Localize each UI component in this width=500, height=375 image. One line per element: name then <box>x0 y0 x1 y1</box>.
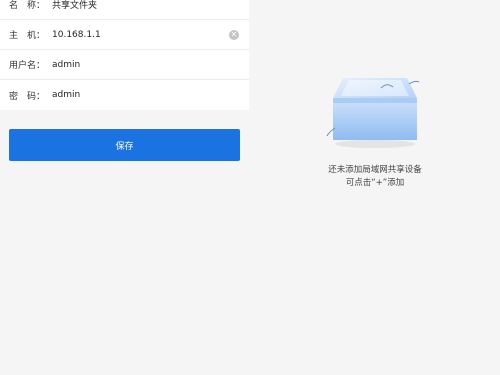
host-field[interactable]: 主 机： 10.168.1.1 ✕ <box>0 20 249 50</box>
name-label: 名 称： <box>9 1 46 11</box>
clear-icon[interactable]: ✕ <box>229 29 239 40</box>
empty-message: 还未添加局域网共享设备 可点击“+”添加 <box>300 164 450 190</box>
empty-message-line-1: 还未添加局域网共享设备 <box>328 165 422 175</box>
host-label: 主 机： <box>9 31 46 41</box>
host-value[interactable]: 10.168.1.1 <box>52 30 101 40</box>
name-value[interactable]: 共享文件夹 <box>52 0 97 11</box>
username-label: 用户名： <box>9 61 46 71</box>
password-value[interactable]: admin <box>52 90 80 100</box>
username-field[interactable]: 用户名： admin <box>0 50 249 80</box>
empty-box-icon <box>326 78 420 148</box>
share-form: 名 称： 共享文件夹 主 机： 10.168.1.1 ✕ 用户名： admin … <box>0 0 249 110</box>
save-button[interactable]: 保存 <box>9 129 240 161</box>
name-field[interactable]: 名 称： 共享文件夹 <box>0 0 249 20</box>
password-field[interactable]: 密 码： admin <box>0 80 249 110</box>
empty-message-line-2: 可点击“+”添加 <box>345 178 405 188</box>
username-value[interactable]: admin <box>52 60 80 70</box>
empty-state: 还未添加局域网共享设备 可点击“+”添加 <box>300 70 450 190</box>
password-label: 密 码： <box>9 91 46 102</box>
